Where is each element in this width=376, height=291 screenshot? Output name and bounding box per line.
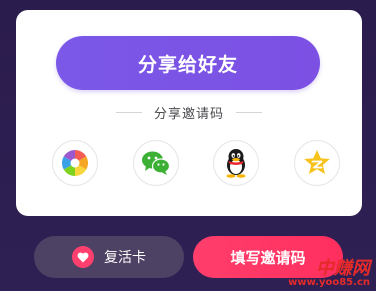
site-watermark: 中赚网 www.yoo85.cn (288, 260, 370, 288)
revive-card-button[interactable]: 复活卡 (34, 236, 184, 278)
watermark-title: 中赚网 (316, 258, 370, 279)
share-code-label: 分享邀请码 (153, 106, 224, 122)
share-moments-button[interactable] (52, 140, 98, 186)
share-qzone-button[interactable] (293, 140, 340, 186)
divider-line-right (236, 111, 262, 113)
share-targets (52, 140, 340, 188)
qq-icon (226, 149, 246, 178)
wechat-icon (141, 151, 170, 175)
share-qq-button[interactable] (213, 140, 260, 186)
divider-line-left (115, 111, 142, 113)
revive-card-label: 复活卡 (104, 250, 146, 266)
qzone-icon (304, 150, 330, 174)
moments-icon (61, 150, 89, 176)
watermark-url: www.yoo85.cn (288, 277, 370, 288)
share-screen: 分享给好友 分享邀请码 复活卡 填写邀请码 中赚网 www.yoo85.cn (0, 0, 376, 291)
heart-icon (72, 246, 94, 268)
share-wechat-button[interactable] (132, 140, 179, 186)
share-to-friends-button[interactable]: 分享给好友 (56, 36, 320, 90)
share-card: 分享给好友 分享邀请码 (16, 10, 362, 216)
share-code-divider: 分享邀请码 (16, 102, 362, 122)
